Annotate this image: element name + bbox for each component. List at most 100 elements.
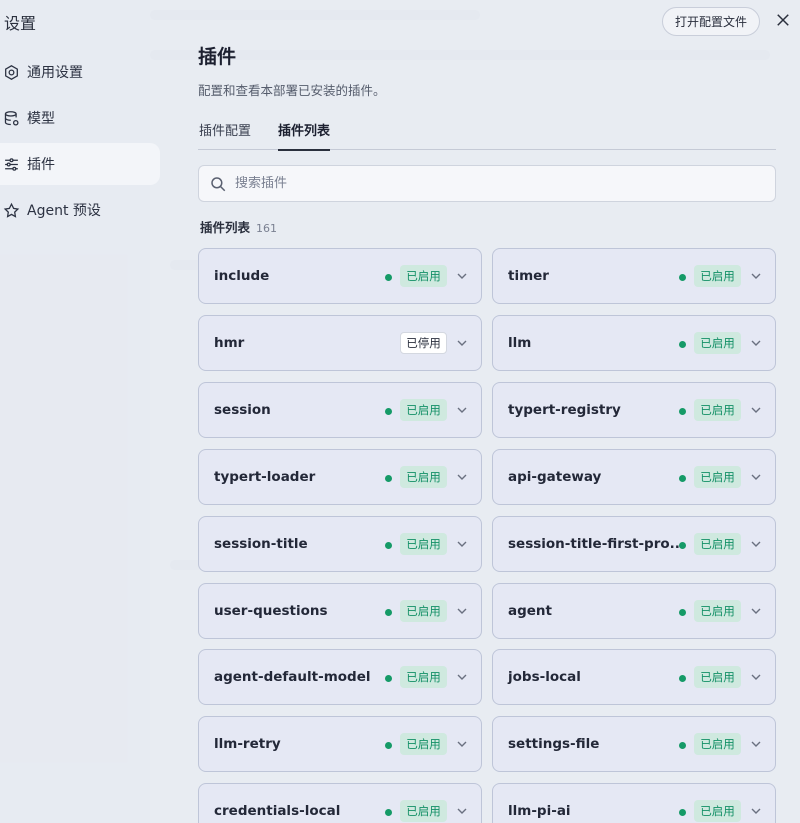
tab-bar: 插件配置 插件列表 (198, 112, 776, 151)
plugin-card[interactable]: session 已启用 (198, 381, 482, 438)
status-dot (385, 742, 392, 750)
status-badge: 已启用 (400, 398, 447, 421)
chevron-down-icon[interactable] (456, 270, 468, 282)
chevron-down-icon[interactable] (750, 538, 762, 550)
plugin-card[interactable]: credentials-local 已启用 (198, 783, 482, 823)
status-dot (679, 608, 686, 616)
plugin-card[interactable]: session-title 已启用 (198, 515, 482, 572)
status-dot (679, 541, 686, 549)
status-dot (679, 742, 686, 750)
chevron-down-icon[interactable] (456, 605, 468, 617)
status-badge: 已启用 (694, 398, 741, 421)
status-dot (385, 407, 392, 415)
page-description: 配置和查看本部署已安装的插件。 (198, 83, 386, 98)
plugin-name: llm-retry (214, 736, 281, 753)
plugin-card[interactable]: typert-loader 已启用 (198, 448, 482, 505)
gear-icon (2, 63, 20, 81)
status-badge: 已停用 (400, 331, 447, 354)
status-badge: 已启用 (694, 465, 741, 488)
chevron-down-icon[interactable] (750, 471, 762, 483)
sidebar: 设置 通用设置 模型 插件 Agent 预设 (0, 0, 162, 823)
status-badge: 已启用 (400, 532, 447, 555)
plugin-list-header: 插件列表 161 (200, 217, 277, 236)
status-badge: 已启用 (694, 800, 741, 823)
status-badge: 已启用 (694, 265, 741, 287)
sidebar-item-plugins[interactable]: 插件 (0, 143, 160, 185)
plugin-name: timer (508, 268, 549, 284)
chevron-down-icon[interactable] (750, 404, 762, 416)
chevron-down-icon[interactable] (456, 538, 468, 550)
chevron-down-icon[interactable] (456, 805, 468, 817)
chevron-down-icon[interactable] (750, 337, 762, 349)
plugin-name: user-questions (214, 602, 328, 619)
plugin-card[interactable]: hmr 已停用 (198, 314, 482, 371)
database-icon (2, 109, 20, 127)
sidebar-item-general[interactable]: 通用设置 (0, 51, 160, 93)
status-dot (385, 474, 392, 482)
plugin-name: settings-file (508, 736, 600, 753)
status-badge: 已启用 (400, 265, 447, 287)
sidebar-item-models[interactable]: 模型 (0, 97, 160, 139)
status-dot (679, 809, 686, 817)
sliders-icon (2, 155, 20, 173)
status-dot (385, 608, 392, 616)
sidebar-item-label: 模型 (27, 111, 55, 127)
plugin-card[interactable]: user-questions 已启用 (198, 582, 482, 639)
plugin-name: hmr (214, 334, 245, 351)
plugin-card[interactable]: typert-registry 已启用 (492, 381, 776, 438)
status-badge: 已启用 (400, 666, 447, 689)
page-title: 插件 (198, 46, 237, 68)
plugin-card[interactable]: include 已启用 (198, 248, 482, 304)
search-input[interactable] (235, 176, 775, 191)
sidebar-item-label: 插件 (27, 157, 55, 173)
status-badge: 已启用 (694, 331, 741, 354)
chevron-down-icon[interactable] (456, 671, 468, 683)
plugin-card[interactable]: timer 已启用 (492, 248, 776, 304)
status-dot (385, 274, 392, 281)
plugin-card[interactable]: settings-file 已启用 (492, 716, 776, 773)
plugin-card[interactable]: agent-default-model 已启用 (198, 649, 482, 706)
sidebar-item-label: Agent 预设 (27, 203, 101, 219)
status-dot (679, 474, 686, 482)
plugin-card[interactable]: agent 已启用 (492, 582, 776, 639)
search-icon (211, 176, 226, 191)
chevron-down-icon[interactable] (456, 471, 468, 483)
plugin-card[interactable]: session-title-first-pro... 已启用 (492, 515, 776, 572)
plugin-name: typert-registry (508, 401, 621, 418)
plugin-count: 161 (256, 222, 278, 235)
close-icon[interactable] (772, 9, 794, 31)
chevron-down-icon[interactable] (456, 738, 468, 750)
status-dot (385, 541, 392, 549)
status-badge: 已启用 (694, 599, 741, 622)
status-dot (679, 675, 686, 683)
chevron-down-icon[interactable] (750, 738, 762, 750)
status-dot (385, 675, 392, 683)
plugin-name: api-gateway (508, 468, 602, 485)
chevron-down-icon[interactable] (456, 404, 468, 416)
chevron-down-icon[interactable] (456, 337, 468, 349)
plugin-name: agent-default-model (214, 669, 371, 686)
plugin-card[interactable]: llm-retry 已启用 (198, 716, 482, 773)
sidebar-item-agent-presets[interactable]: Agent 预设 (0, 189, 160, 231)
status-dot (385, 809, 392, 817)
plugin-card[interactable]: llm 已启用 (492, 314, 776, 371)
chevron-down-icon[interactable] (750, 671, 762, 683)
tab-plugin-list[interactable]: 插件列表 (278, 120, 331, 151)
chevron-down-icon[interactable] (750, 805, 762, 817)
plugin-card[interactable]: llm-pi-ai 已启用 (492, 783, 776, 823)
plugin-card[interactable]: api-gateway 已启用 (492, 448, 776, 505)
plugin-list-title: 插件列表 (200, 220, 251, 235)
plugin-card[interactable]: jobs-local 已启用 (492, 649, 776, 706)
tab-plugin-config[interactable]: 插件配置 (199, 120, 251, 149)
plugin-name: credentials-local (214, 803, 341, 820)
chevron-down-icon[interactable] (750, 605, 762, 617)
plugin-name: session-title-first-pro... (508, 535, 686, 552)
window-title: 设置 (4, 14, 37, 33)
open-config-file-button[interactable]: 打开配置文件 (662, 7, 760, 36)
status-badge: 已启用 (694, 666, 741, 689)
status-badge: 已启用 (694, 532, 741, 555)
plugin-name: jobs-local (508, 669, 581, 686)
status-dot (679, 407, 686, 415)
chevron-down-icon[interactable] (750, 270, 762, 282)
plugin-name: llm-pi-ai (508, 803, 571, 820)
